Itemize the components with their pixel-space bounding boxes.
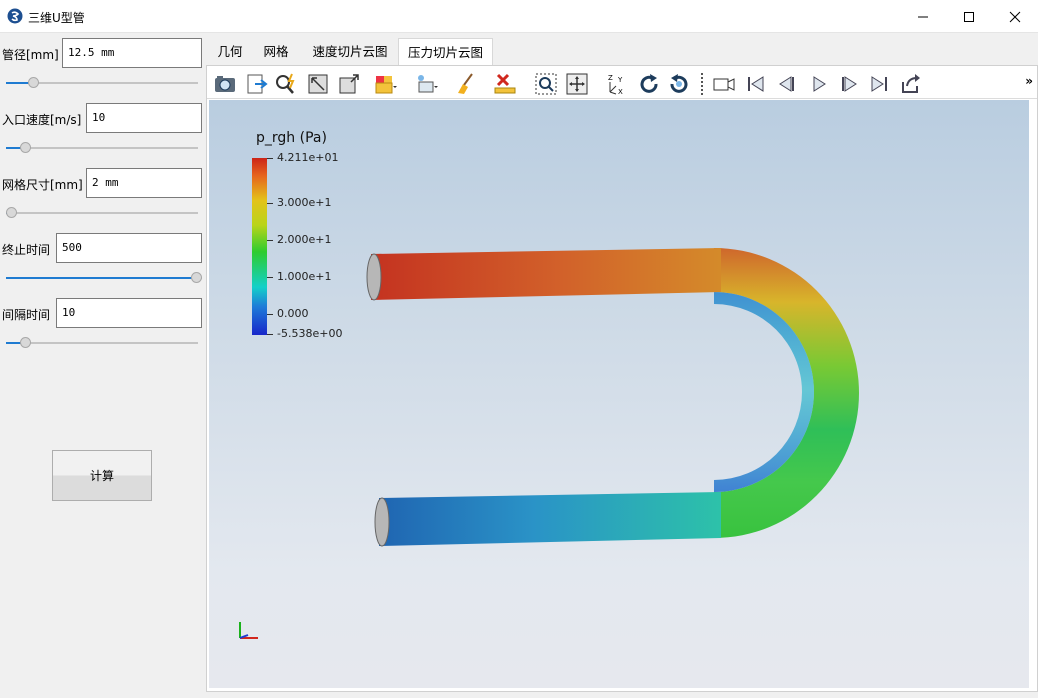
- slider-thumb[interactable]: [28, 77, 39, 88]
- last-frame-icon[interactable]: [867, 72, 891, 96]
- zoom-to-box-icon[interactable]: [534, 72, 558, 96]
- maximize-button[interactable]: [946, 0, 992, 33]
- next-frame-icon[interactable]: [837, 72, 861, 96]
- rotate-ccw-icon[interactable]: [667, 72, 691, 96]
- orientation-axes-icon: [239, 622, 258, 639]
- query-icon[interactable]: [274, 72, 298, 96]
- minimize-icon: [918, 16, 928, 17]
- u-pipe-render: [366, 248, 859, 547]
- axes-orientation-icon[interactable]: Z YX: [604, 72, 628, 96]
- slider-thumb[interactable]: [20, 337, 31, 348]
- pipe-diameter-label: 管径[mm]: [2, 48, 59, 62]
- tab-pressure-slice[interactable]: 压力切片云图: [398, 38, 493, 65]
- legend-tick: [267, 314, 273, 315]
- inlet-velocity-slider[interactable]: [6, 141, 198, 155]
- close-icon: [1009, 11, 1021, 22]
- title-bar: 三维U型管: [0, 0, 1038, 33]
- export-icon[interactable]: [245, 72, 269, 96]
- delete-icon[interactable]: [493, 72, 517, 96]
- inlet-velocity-input[interactable]: 10: [86, 103, 202, 133]
- end-time-input[interactable]: 500: [56, 233, 202, 263]
- legend-title: p_rgh (Pa): [256, 130, 327, 146]
- end-time-slider[interactable]: [6, 271, 202, 285]
- interval-time-slider[interactable]: [6, 336, 198, 350]
- inlet-velocity-label: 入口速度[m/s]: [2, 113, 82, 127]
- toolbar-overflow-button[interactable]: »: [1025, 74, 1033, 88]
- select-points-icon[interactable]: [414, 72, 438, 96]
- mesh-size-label: 网格尺寸[mm]: [2, 178, 83, 192]
- resize-icon[interactable]: [337, 72, 361, 96]
- minimize-button[interactable]: [900, 0, 946, 33]
- select-cells-icon[interactable]: [373, 72, 397, 96]
- toolbar-separator: [701, 73, 703, 95]
- render-viewport[interactable]: p_rgh (Pa) 4.211e+01 3.000e+1 2.000e+1 1…: [209, 100, 1029, 688]
- prev-frame-icon[interactable]: [775, 72, 799, 96]
- legend-label: 1.000e+1: [277, 270, 332, 283]
- svg-text:Y: Y: [617, 76, 623, 84]
- maximize-icon: [964, 11, 974, 22]
- legend-label: 2.000e+1: [277, 233, 332, 246]
- legend-colorbar: [252, 158, 267, 335]
- pipe-diameter-input[interactable]: 12.5 mm: [62, 38, 202, 68]
- legend-tick: [267, 277, 273, 278]
- tab-geometry[interactable]: 几何: [210, 38, 250, 65]
- legend-label: 0.000: [277, 307, 309, 320]
- tab-velocity-slice[interactable]: 速度切片云图: [306, 38, 394, 65]
- calculate-button[interactable]: 计算: [52, 450, 152, 501]
- legend-tick: [267, 203, 273, 204]
- tab-mesh[interactable]: 网格: [256, 38, 296, 65]
- mesh-size-input[interactable]: 2 mm: [86, 168, 202, 198]
- slider-thumb[interactable]: [20, 142, 31, 153]
- legend-label-max: 4.211e+01: [277, 151, 339, 164]
- svg-text:X: X: [618, 88, 623, 96]
- end-time-label: 终止时间: [2, 243, 51, 257]
- loop-icon[interactable]: [899, 72, 923, 96]
- record-icon[interactable]: [712, 72, 736, 96]
- legend-label-min: -5.538e+00: [277, 327, 343, 340]
- mesh-size-slider[interactable]: [6, 206, 198, 220]
- clear-icon[interactable]: [454, 72, 478, 96]
- interval-time-input[interactable]: 10: [56, 298, 202, 328]
- rotate-cw-icon[interactable]: [637, 72, 661, 96]
- app-logo-icon: [7, 8, 23, 24]
- legend-tick: [267, 158, 273, 159]
- slider-thumb[interactable]: [6, 207, 17, 218]
- first-frame-icon[interactable]: [744, 72, 768, 96]
- zoom-to-data-icon[interactable]: [565, 72, 589, 96]
- close-button[interactable]: [992, 0, 1038, 33]
- interval-time-label: 间隔时间: [2, 308, 51, 322]
- reset-camera-icon[interactable]: [306, 72, 330, 96]
- window-title: 三维U型管: [28, 11, 85, 25]
- play-icon[interactable]: [807, 72, 831, 96]
- camera-icon[interactable]: [213, 72, 237, 96]
- slider-thumb[interactable]: [191, 272, 202, 283]
- svg-text:Z: Z: [608, 74, 613, 82]
- legend-label: 3.000e+1: [277, 196, 332, 209]
- paraview-toolbar: ZYX »: [207, 66, 1037, 99]
- legend-tick: [267, 334, 273, 335]
- pipe-diameter-slider[interactable]: [6, 76, 198, 90]
- parameter-panel: 管径[mm] 12.5 mm 入口速度[m/s] 10 网格尺寸[mm] 2 m…: [0, 33, 206, 698]
- visualization-pane: ZYX » p_rgh (Pa) 4.211e+01 3.000e+1 2.00…: [206, 65, 1038, 692]
- legend-tick: [267, 240, 273, 241]
